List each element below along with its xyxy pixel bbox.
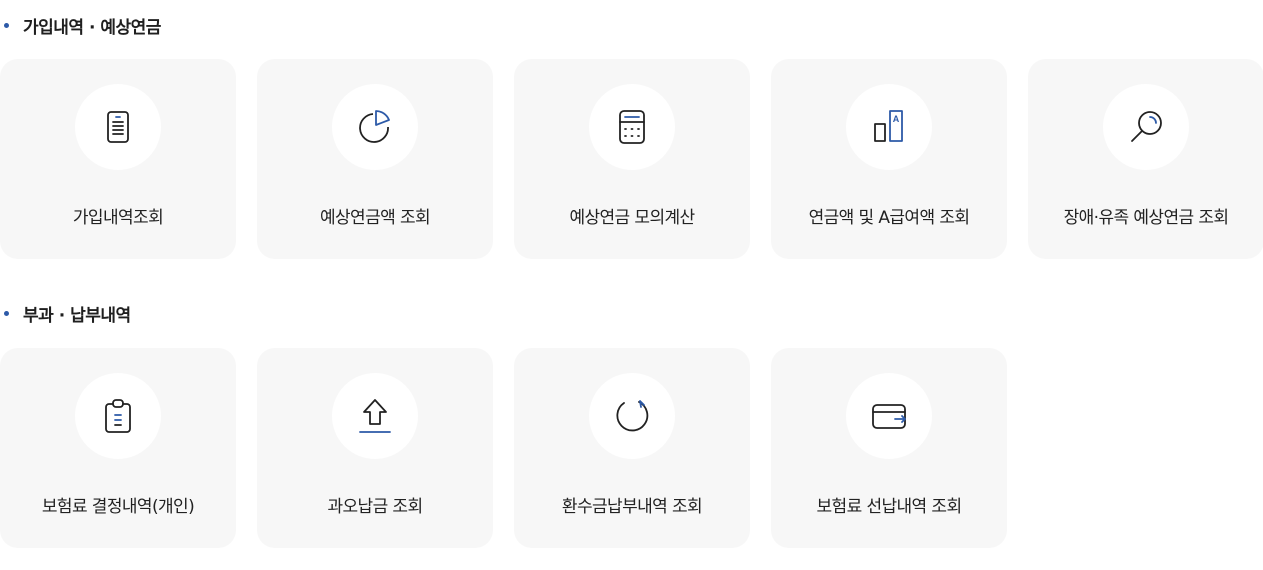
icon-circle (332, 373, 418, 459)
svg-text:A: A (893, 114, 900, 124)
card-refund-payment[interactable]: 환수금납부내역 조회 (514, 348, 750, 548)
card-premium-decision[interactable]: 보험료 결정내역(개인) (0, 348, 236, 548)
section-title-subscription: 가입내역 · 예상연금 (0, 13, 161, 38)
icon-circle (75, 373, 161, 459)
icon-circle (846, 373, 932, 459)
refresh-icon (616, 400, 649, 432)
card-expected-pension[interactable]: 예상연금액 조회 (257, 59, 493, 259)
section-bullet (4, 310, 9, 316)
upload-arrow-icon (359, 399, 391, 433)
icon-circle (589, 373, 675, 459)
card-prepayment[interactable]: 보험료 선납내역 조회 (771, 348, 1007, 548)
card-label: 장애·유족 예상연금 조회 (1063, 208, 1229, 228)
pie-chart-icon (359, 110, 390, 143)
card-pension-simulation[interactable]: 예상연금 모의계산 (514, 59, 750, 259)
clipboard-icon (105, 399, 131, 433)
calculator-icon (619, 110, 645, 144)
magnifier-icon (1131, 111, 1162, 142)
card-label: 연금액 및 A급여액 조회 (808, 208, 970, 228)
card-disability-survivor-pension[interactable]: 장애·유족 예상연금 조회 (1028, 59, 1263, 259)
icon-circle (75, 84, 161, 170)
icon-circle: A (846, 84, 932, 170)
icon-circle (332, 84, 418, 170)
section-title-text: 부과 · 납부내역 (23, 305, 131, 326)
icon-circle (1103, 84, 1189, 170)
card-overpayment[interactable]: 과오납금 조회 (257, 348, 493, 548)
document-list-icon (107, 111, 129, 143)
card-subscription-history[interactable]: 가입내역조회 (0, 59, 236, 259)
card-label: 보험료 결정내역(개인) (41, 497, 195, 517)
card-label: 보험료 선납내역 조회 (816, 497, 963, 517)
card-label: 예상연금 모의계산 (569, 208, 695, 228)
section-title-text: 가입내역 · 예상연금 (23, 17, 161, 38)
icon-circle (589, 84, 675, 170)
card-label: 가입내역조회 (72, 208, 164, 228)
billing-card-grid: 보험료 결정내역(개인) 과오납금 조회 환수금납부내역 조회 보험료 선납내역… (0, 348, 1007, 548)
card-label: 예상연금액 조회 (319, 208, 431, 228)
bar-chart-a-icon: A (874, 110, 903, 142)
card-label: 과오납금 조회 (327, 497, 423, 517)
card-label: 환수금납부내역 조회 (561, 497, 703, 517)
wallet-icon (872, 404, 906, 429)
card-pension-a-benefit[interactable]: A 연금액 및 A급여액 조회 (771, 59, 1007, 259)
subscription-card-grid: 가입내역조회 예상연금액 조회 예상연금 모의계산 A 연금액 및 A급여액 조… (0, 59, 1263, 259)
section-title-billing: 부과 · 납부내역 (0, 301, 131, 326)
section-bullet (4, 22, 9, 28)
